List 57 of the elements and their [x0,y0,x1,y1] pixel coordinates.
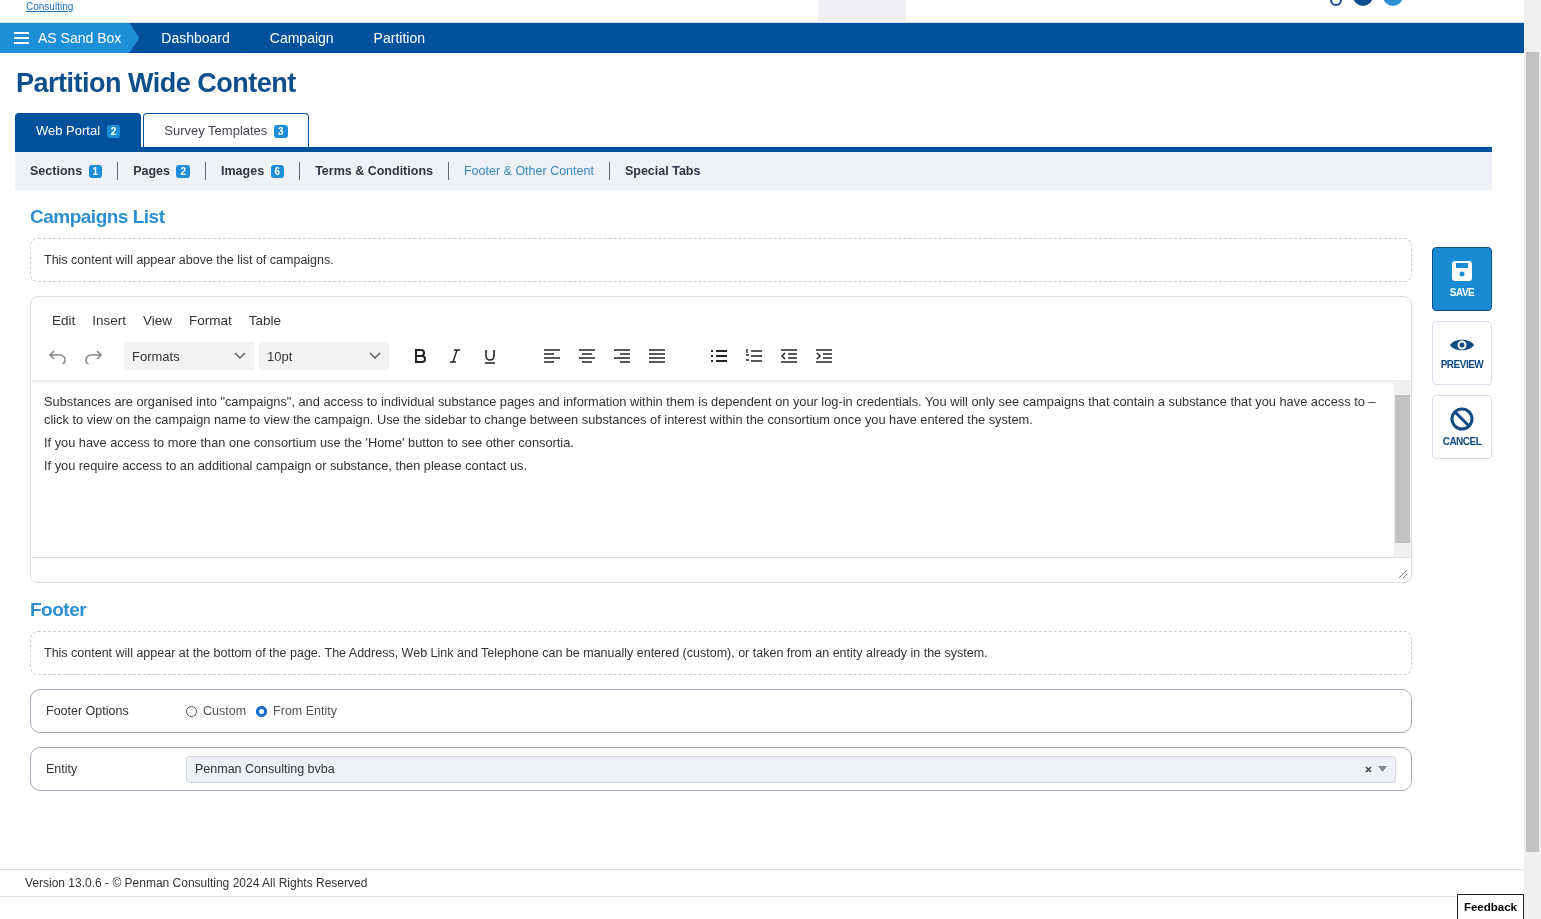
editor-paragraph: If you require access to an additional campaign or substance, then please contact us. [44,457,529,475]
font-size-select[interactable]: 10pt [259,342,389,370]
entity-select[interactable]: Penman Consulting bvba [186,755,1396,783]
scrollbar[interactable] [1394,381,1411,557]
globe-icon[interactable] [1382,0,1404,8]
clear-icon[interactable] [1365,765,1372,773]
resize-handle-icon[interactable] [1399,570,1407,578]
logo-link[interactable]: Consulting [26,1,74,13]
section-heading: Footer [30,599,88,621]
editor-paragraph: If you have access to more than one consortium use the 'Home' button to see other consortia. [44,434,575,452]
page-title: Partition Wide Content [16,68,297,99]
hint-text: This content will appear above the list of campaigns. [30,238,1412,282]
radio-option[interactable]: From Entity [256,704,337,718]
hint-text: This content will appear at the bottom of the page. The Address, Web Link and Telephone can be manually entered (custom), or taken from an entity already in the system. [30,631,1412,675]
subtab[interactable]: Sections 1 [30,164,103,178]
feedback-button[interactable]: Feedback [1456,894,1524,919]
redo-icon[interactable] [84,348,102,364]
indent-icon[interactable] [815,348,833,364]
bullet-list-icon[interactable] [710,348,728,364]
menu-item[interactable]: Format [189,313,232,328]
breadcrumb-home[interactable]: AS Sand Box [0,23,140,53]
tab[interactable]: Web Portal 2 [15,113,142,147]
version-text: Version 13.0.6 - © Penman Consulting 2024 All Rights Reserved [0,869,1524,897]
format-select[interactable]: Formats [124,342,254,370]
outdent-icon[interactable] [780,348,798,364]
dropdown-icon[interactable] [1378,766,1387,772]
subtab[interactable]: Images 6 [221,164,285,178]
page-scrollbar[interactable] [1524,0,1541,919]
radio-button[interactable] [256,705,268,717]
save-button[interactable]: SAVE [1432,247,1492,311]
menu-item[interactable]: Insert [92,313,127,328]
search-icon[interactable] [1330,0,1344,8]
section-heading: Campaigns List [30,206,166,228]
user-icon[interactable] [1352,0,1374,8]
editor-paragraph: Substances are organised into "campaigns", and access to individual substance pages and information within them is dependent on your log-in credentials. You will only see campaigns that contain a substance that you have access to – click to view on the campaign name to view the campaign. Use the sidebar to change between substances of interest within the consortium once you have entered the system. [44,393,1377,429]
align-left-icon[interactable] [543,348,561,364]
align-right-icon[interactable] [613,348,631,364]
preview-button[interactable]: PREVIEW [1432,321,1492,385]
subtab[interactable]: Terms & Conditions [315,164,433,178]
cancel-button[interactable]: CANCEL [1432,395,1492,459]
align-center-icon[interactable] [578,348,596,364]
menu-item[interactable]: Edit [52,313,76,328]
menu-icon[interactable] [14,32,29,44]
menu-item[interactable]: Table [248,313,282,328]
chevron-down-icon [234,352,246,360]
field-label: Footer Options [46,704,130,718]
field-label: Entity [46,762,79,776]
subtab[interactable]: Pages 2 [133,164,190,178]
subtab[interactable]: Special Tabs [624,164,701,178]
undo-icon[interactable] [49,348,67,364]
tab[interactable]: Survey Templates 3 [143,113,309,147]
menu-item[interactable]: View [143,313,173,328]
numbered-list-icon[interactable] [745,348,763,364]
chevron-down-icon [369,352,381,360]
prohibited-icon [1450,407,1474,431]
align-justify-icon[interactable] [648,348,666,364]
radio-option[interactable]: Custom [186,704,247,718]
